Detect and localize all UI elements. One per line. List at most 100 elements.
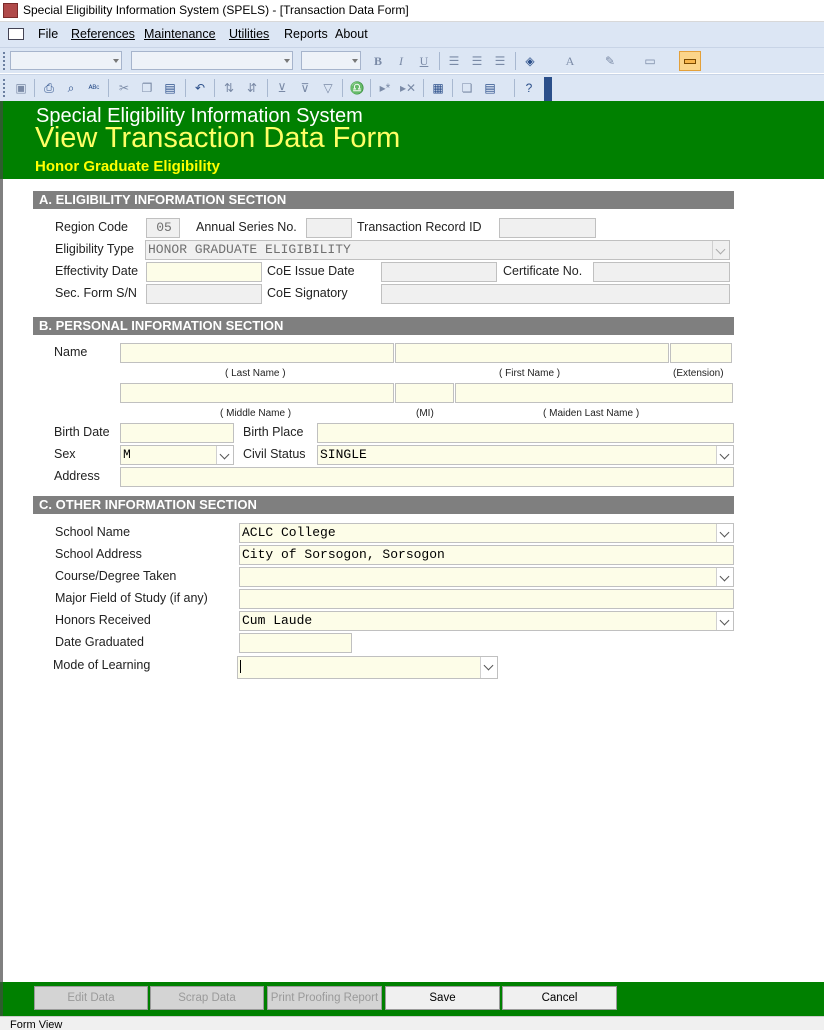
- line-color-icon[interactable]: ✎: [602, 53, 618, 69]
- chevron-down-icon[interactable]: [712, 241, 729, 259]
- maiden-last-name-field[interactable]: [455, 383, 733, 403]
- course-select[interactable]: [239, 567, 734, 587]
- eligibility-title: Honor Graduate Eligibility: [35, 158, 221, 175]
- properties-icon[interactable]: ▦: [430, 80, 446, 96]
- font-size-combo[interactable]: [301, 51, 361, 70]
- print-proofing-button[interactable]: Print Proofing Report: [267, 986, 382, 1010]
- new-object-icon[interactable]: ▤: [482, 80, 498, 96]
- special-effect-icon[interactable]: [679, 51, 701, 71]
- school-name-value: ACLC College: [242, 525, 336, 540]
- birth-place-label: Birth Place: [243, 425, 304, 439]
- menu-file[interactable]: File: [38, 27, 58, 41]
- annual-series-field[interactable]: [306, 218, 352, 238]
- extension-field[interactable]: [670, 343, 732, 363]
- chevron-down-icon[interactable]: [480, 657, 497, 678]
- toolbar-separator: [342, 79, 343, 97]
- fill-color-icon[interactable]: ◈: [522, 53, 538, 69]
- help-icon[interactable]: ?: [521, 80, 537, 96]
- print-preview-icon[interactable]: ⌕: [63, 80, 79, 96]
- chevron-down-icon[interactable]: [716, 612, 733, 630]
- object-combo[interactable]: [10, 51, 122, 70]
- chevron-down-icon[interactable]: [216, 446, 233, 464]
- sex-label: Sex: [54, 447, 76, 461]
- undo-icon[interactable]: ↶: [192, 80, 208, 96]
- honors-label: Honors Received: [55, 613, 151, 627]
- delete-record-icon[interactable]: ▸✕: [400, 80, 416, 96]
- border-style-icon[interactable]: ▭: [642, 53, 658, 69]
- menu-about[interactable]: About: [335, 27, 368, 41]
- sex-select[interactable]: M: [120, 445, 234, 465]
- print-icon[interactable]: ⎙: [41, 80, 57, 96]
- italic-icon[interactable]: I: [393, 53, 409, 69]
- coe-issue-date-field[interactable]: [381, 262, 497, 282]
- coe-issue-date-label: CoE Issue Date: [267, 264, 355, 278]
- toolbar-grip[interactable]: [3, 52, 7, 70]
- effectivity-date-field[interactable]: [146, 262, 262, 282]
- underline-icon[interactable]: U: [416, 53, 432, 69]
- align-center-icon[interactable]: ☰: [469, 53, 485, 69]
- mode-select[interactable]: [237, 656, 498, 679]
- region-code-field[interactable]: 05: [146, 218, 180, 238]
- menu-references[interactable]: References: [71, 27, 135, 41]
- align-right-icon[interactable]: ☰: [492, 53, 508, 69]
- sort-ascending-icon[interactable]: ⇅: [221, 80, 237, 96]
- honors-select[interactable]: Cum Laude: [239, 611, 734, 631]
- spelling-icon[interactable]: ᴬᴮᶜ: [86, 80, 102, 96]
- align-left-icon[interactable]: ☰: [446, 53, 462, 69]
- date-graduated-label: Date Graduated: [55, 635, 144, 649]
- toolbar-options-icon[interactable]: [544, 77, 552, 101]
- save-button[interactable]: Save: [385, 986, 500, 1010]
- toolbar-separator: [452, 79, 453, 97]
- chevron-down-icon[interactable]: [716, 524, 733, 542]
- civil-status-value: SINGLE: [320, 447, 367, 462]
- menu-utilities[interactable]: Utilities: [229, 27, 269, 41]
- chevron-down-icon[interactable]: [716, 446, 733, 464]
- toolbar-separator: [214, 79, 215, 97]
- save-icon[interactable]: ▣: [13, 80, 29, 96]
- bold-icon[interactable]: B: [370, 53, 386, 69]
- last-name-field[interactable]: [120, 343, 394, 363]
- scrap-data-button[interactable]: Scrap Data: [150, 986, 264, 1010]
- apply-filter-icon[interactable]: ▽: [320, 80, 336, 96]
- toolbar-grip[interactable]: [3, 79, 7, 97]
- font-color-icon[interactable]: A: [562, 53, 578, 69]
- new-record-icon[interactable]: ▸*: [377, 80, 393, 96]
- school-address-field[interactable]: City of Sorsogon, Sorsogon: [239, 545, 734, 565]
- major-field[interactable]: [239, 589, 734, 609]
- paste-icon[interactable]: ▤: [162, 80, 178, 96]
- sex-value: M: [123, 447, 131, 462]
- eligibility-type-select[interactable]: HONOR GRADUATE ELIGIBILITY: [145, 240, 730, 260]
- filter-form-icon[interactable]: ⊽: [297, 80, 313, 96]
- find-icon[interactable]: ♎: [349, 80, 365, 96]
- cut-icon[interactable]: ✂: [116, 80, 132, 96]
- font-name-combo[interactable]: [131, 51, 293, 70]
- edit-data-button[interactable]: Edit Data: [34, 986, 148, 1010]
- major-label: Major Field of Study (if any): [55, 591, 208, 605]
- sec-form-field[interactable]: [146, 284, 262, 304]
- copy-icon[interactable]: ❐: [139, 80, 155, 96]
- form-icon[interactable]: [8, 28, 24, 40]
- first-name-field[interactable]: [395, 343, 669, 363]
- cancel-button[interactable]: Cancel: [502, 986, 617, 1010]
- eligibility-type-value: HONOR GRADUATE ELIGIBILITY: [148, 242, 351, 257]
- middle-name-field[interactable]: [120, 383, 394, 403]
- transaction-id-label: Transaction Record ID: [357, 220, 482, 234]
- menu-reports[interactable]: Reports: [284, 27, 328, 41]
- school-name-select[interactable]: ACLC College: [239, 523, 734, 543]
- chevron-down-icon[interactable]: [716, 568, 733, 586]
- birth-date-field[interactable]: [120, 423, 234, 443]
- filter-selection-icon[interactable]: ⊻: [274, 80, 290, 96]
- certificate-no-field[interactable]: [593, 262, 730, 282]
- mi-caption: (MI): [416, 408, 434, 419]
- date-graduated-field[interactable]: [239, 633, 352, 653]
- coe-signatory-field[interactable]: [381, 284, 730, 304]
- transaction-id-field[interactable]: [499, 218, 596, 238]
- sort-descending-icon[interactable]: ⇵: [244, 80, 260, 96]
- birth-place-field[interactable]: [317, 423, 734, 443]
- civil-status-select[interactable]: SINGLE: [317, 445, 734, 465]
- address-field[interactable]: [120, 467, 734, 487]
- menu-maintenance[interactable]: Maintenance: [144, 27, 216, 41]
- last-name-caption: ( Last Name ): [225, 368, 286, 379]
- database-window-icon[interactable]: ❏: [459, 80, 475, 96]
- mi-field[interactable]: [395, 383, 454, 403]
